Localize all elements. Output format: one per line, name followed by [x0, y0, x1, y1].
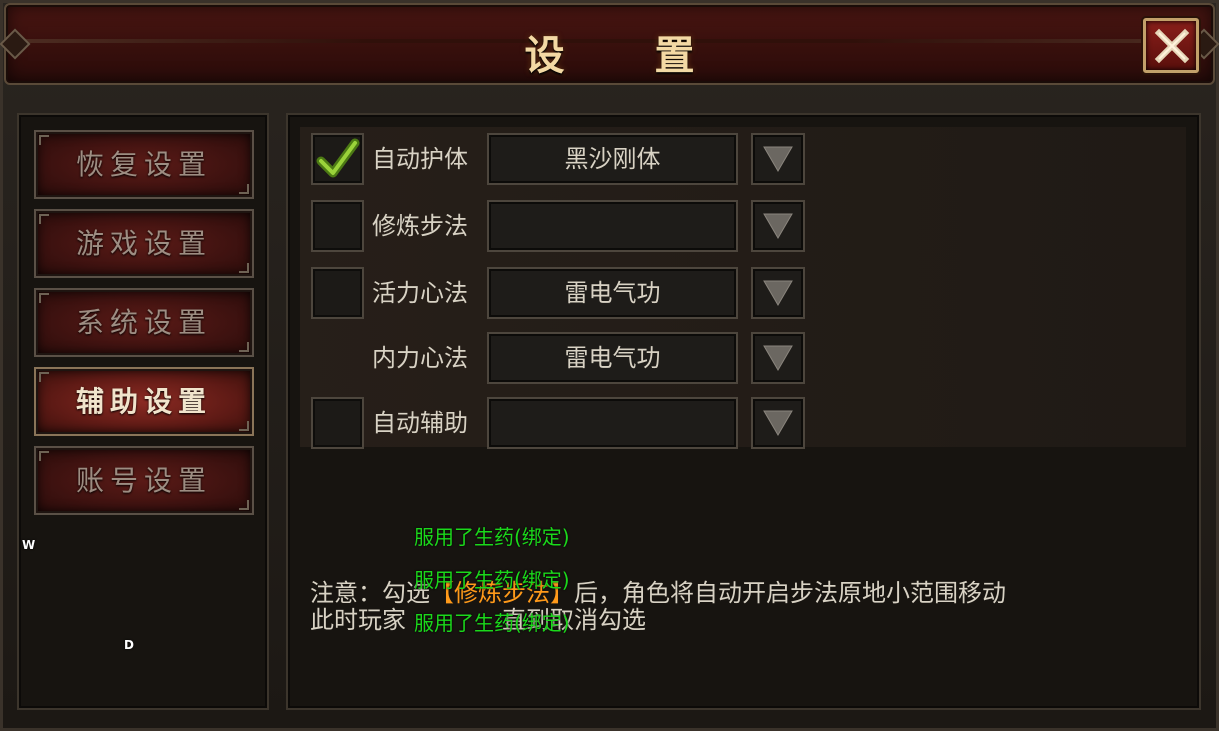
inner-power-method-skill-field[interactable]: 雷电气功 [487, 332, 738, 384]
footwork-label: 修炼步法 [372, 212, 468, 240]
key-hint-w: W [22, 538, 36, 552]
sidebar-item-game[interactable]: 游戏设置 [34, 209, 254, 278]
sidebar-item-restore[interactable]: 恢复设置 [34, 130, 254, 199]
floating-message: 服用了生药(绑定) [414, 611, 570, 635]
title-bar: 设 置 [0, 3, 1219, 85]
footwork-checkbox[interactable] [311, 200, 364, 252]
sidebar-item-system[interactable]: 系统设置 [34, 288, 254, 357]
notice-line-1-suffix: 后，角色将自动开启步法原地小范围移动 [574, 579, 1006, 607]
triangle-down-icon [763, 410, 793, 436]
vitality-method-skill-field[interactable]: 雷电气功 [487, 267, 738, 319]
checkmark-icon [316, 138, 360, 178]
notice-line-1-prefix: 注意：勾选 [310, 579, 430, 607]
triangle-down-icon [763, 146, 793, 172]
triangle-down-icon [763, 280, 793, 306]
settings-sidebar: 恢复设置 游戏设置 系统设置 辅助设置 账号设置 [17, 113, 269, 710]
auto-assist-dropdown-button[interactable] [751, 397, 805, 449]
key-hint-d: D [124, 638, 134, 652]
close-button[interactable] [1143, 18, 1199, 73]
floating-message: 服用了生药(绑定) [414, 568, 570, 592]
notice-line-2-prefix: 此时玩家 [310, 606, 406, 634]
floating-message: 服用了生药(绑定) [414, 525, 570, 549]
window-title: 设 置 [524, 32, 733, 79]
inner-power-method-label: 内力心法 [372, 344, 468, 372]
vitality-method-checkbox[interactable] [311, 267, 364, 319]
auto-protect-checkbox[interactable] [311, 133, 364, 185]
triangle-down-icon [763, 213, 793, 239]
auto-assist-skill-field[interactable] [487, 397, 738, 449]
auto-protect-label: 自动护体 [372, 145, 468, 173]
sidebar-item-account[interactable]: 账号设置 [34, 446, 254, 515]
vitality-method-label: 活力心法 [372, 279, 468, 307]
auto-protect-skill-field[interactable]: 黑沙刚体 [487, 133, 738, 185]
auto-protect-dropdown-button[interactable] [751, 133, 805, 185]
sidebar-item-assist[interactable]: 辅助设置 [34, 367, 254, 436]
triangle-down-icon [763, 345, 793, 371]
auto-assist-checkbox[interactable] [311, 397, 364, 449]
inner-power-method-dropdown-button[interactable] [751, 332, 805, 384]
vitality-method-dropdown-button[interactable] [751, 267, 805, 319]
close-icon [1154, 28, 1190, 64]
footwork-dropdown-button[interactable] [751, 200, 805, 252]
auto-assist-label: 自动辅助 [372, 409, 468, 437]
footwork-skill-field[interactable] [487, 200, 738, 252]
